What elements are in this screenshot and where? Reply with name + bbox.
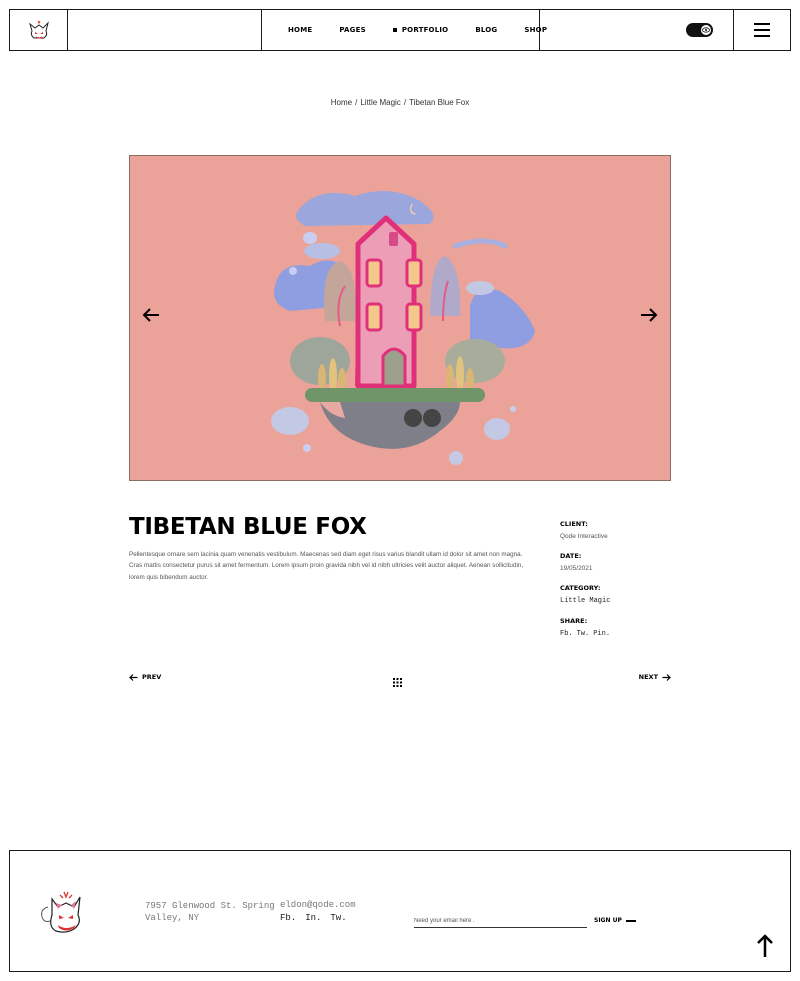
grid-icon[interactable] [393, 678, 402, 687]
footer-contact: eldon@qode.com Fb. In. Tw. [280, 900, 356, 923]
header-spacer [68, 10, 262, 50]
footer-email-link[interactable]: eldon@qode.com [280, 900, 356, 910]
prev-project-link[interactable]: PREV [129, 673, 161, 681]
category-label: CATEGORY: [560, 584, 601, 592]
site-header: HOME PAGES PORTFOLIO BLOG SHOP [9, 9, 791, 51]
footer-address: 7957 Glenwood St. Spring Valley, NY [145, 901, 275, 923]
breadcrumb-separator: / [355, 98, 358, 107]
floating-house-illustration [271, 191, 535, 465]
share-links: Fb. Tw. Pin. [560, 630, 670, 638]
share-label: SHARE: [560, 617, 588, 625]
nav-blog[interactable]: BLOG [475, 26, 497, 34]
social-instagram[interactable]: In. [305, 913, 321, 923]
breadcrumb-current: Tibetan Blue Fox [409, 98, 470, 107]
client-label: CLIENT: [560, 520, 588, 528]
arrow-right-icon [662, 673, 671, 681]
social-facebook[interactable]: Fb. [280, 913, 296, 923]
main-nav: HOME PAGES PORTFOLIO BLOG SHOP [262, 10, 547, 50]
theme-toggle[interactable] [686, 23, 713, 37]
prev-label: PREV [142, 673, 162, 681]
arrow-left-icon[interactable] [142, 308, 160, 322]
hamburger-menu-icon[interactable] [754, 23, 770, 37]
next-label: NEXT [638, 673, 658, 681]
date-value: 19/05/2021 [560, 565, 593, 572]
share-twitter[interactable]: Tw. [577, 630, 590, 638]
project-image-slider [129, 155, 671, 481]
site-footer: 7957 Glenwood St. Spring Valley, NY eldo… [9, 850, 791, 972]
share-facebook[interactable]: Fb. [560, 630, 573, 638]
project-description: Pellentesque ornare sem lacinia quam ven… [129, 551, 524, 581]
share-pinterest[interactable]: Pin. [593, 630, 610, 638]
project-pagination: PREV NEXT [129, 673, 671, 687]
signup-button[interactable]: SIGN UP [594, 917, 636, 924]
arrow-up-icon[interactable] [756, 934, 774, 958]
project-title: TIBETAN BLUE FOX [129, 514, 367, 540]
arrow-left-icon [129, 673, 138, 681]
toggle-knob [701, 25, 711, 35]
fox-logo-icon[interactable] [27, 19, 51, 41]
nav-pages[interactable]: PAGES [339, 26, 365, 34]
client-value: Qode Interactive [560, 533, 608, 540]
arrow-right-icon[interactable] [640, 308, 658, 322]
slider-next-button[interactable] [640, 308, 658, 327]
back-to-top-button[interactable] [756, 934, 774, 963]
next-project-link[interactable]: NEXT [639, 673, 671, 681]
social-twitter[interactable]: Tw. [330, 913, 346, 923]
breadcrumb: Home / Little Magic / Tibetan Blue Fox [0, 98, 800, 107]
slider-prev-button[interactable] [142, 308, 160, 327]
nav-portfolio[interactable]: PORTFOLIO [393, 26, 448, 34]
nav-home[interactable]: HOME [288, 26, 312, 34]
newsletter-email-input[interactable] [414, 916, 587, 928]
fox-logo-icon [41, 891, 81, 933]
header-right-cell [540, 10, 734, 50]
breadcrumb-separator: / [403, 98, 407, 107]
eye-toggle-icon [702, 27, 710, 33]
date-label: DATE: [560, 552, 582, 560]
project-meta: CLIENT: Qode Interactive DATE: 19/05/202… [560, 520, 670, 638]
all-projects-button[interactable] [393, 674, 402, 692]
footer-social-links: Fb. In. Tw. [280, 913, 356, 923]
breadcrumb-home[interactable]: Home [331, 98, 352, 107]
category-link[interactable]: Little Magic [560, 597, 670, 605]
footer-logo[interactable] [38, 887, 90, 942]
menu-button[interactable] [734, 10, 790, 50]
logo-cell[interactable] [10, 10, 68, 50]
newsletter-form: SIGN UP [414, 909, 622, 928]
breadcrumb-category[interactable]: Little Magic [360, 98, 400, 107]
